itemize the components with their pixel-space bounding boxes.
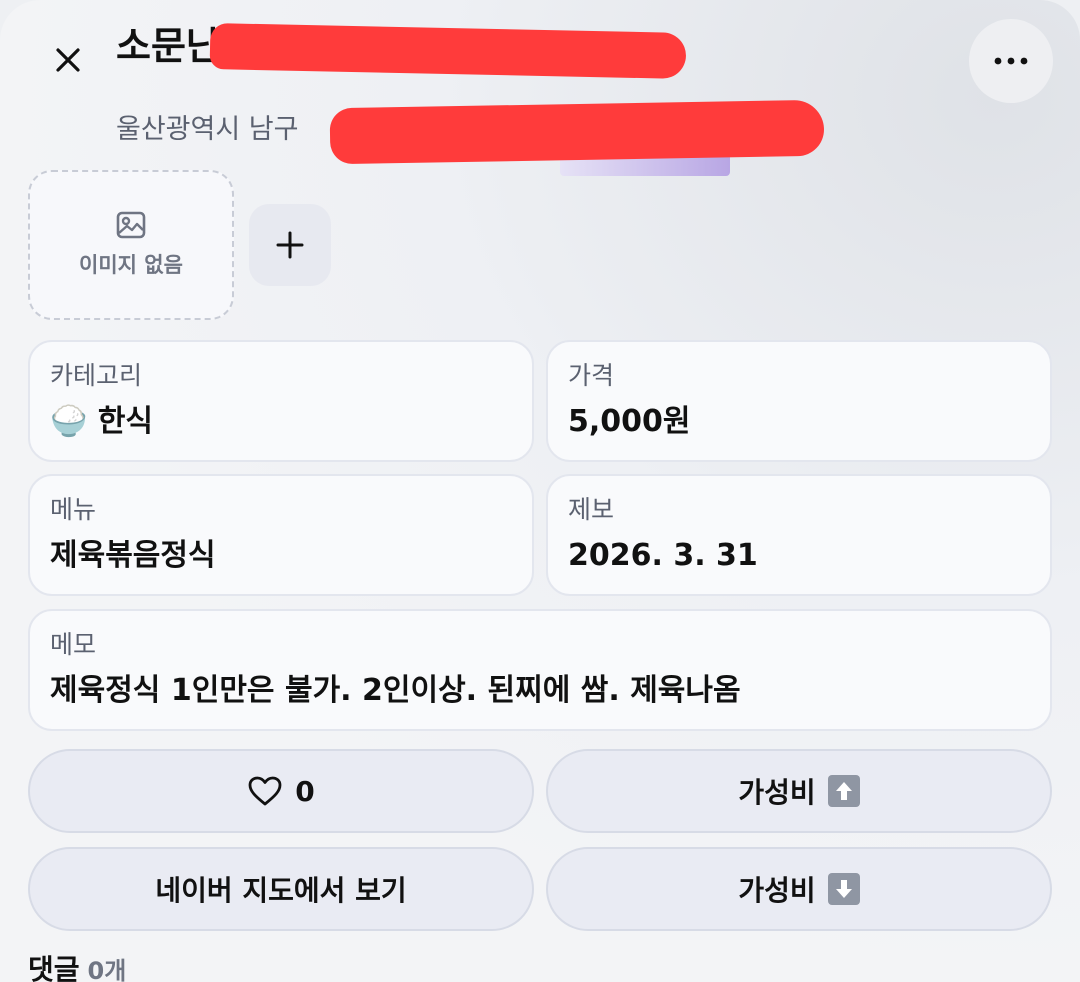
plus-icon	[276, 231, 304, 259]
menu-label: 메뉴	[50, 495, 97, 524]
place-title: 소문난	[116, 24, 221, 68]
memo-card: 메모 제육정식 1인만은 불가. 2인이상. 된찌에 쌈. 제육나옴	[28, 609, 1052, 731]
redaction-mark	[329, 99, 825, 165]
redaction-mark	[209, 23, 687, 79]
place-detail-sheet: 소문난 울산광역시 남구 이미지 없음 카테고리 🍚 한식 가격 5,000원 …	[0, 0, 1080, 982]
like-count: 0	[295, 774, 315, 808]
category-text: 한식	[97, 404, 154, 439]
menu-value: 제육볶음정식	[50, 538, 216, 573]
value-down-label: 가성비	[738, 874, 816, 907]
like-button[interactable]: 0	[28, 749, 534, 833]
value-up-button[interactable]: 가성비	[546, 749, 1052, 833]
close-button[interactable]	[40, 36, 96, 84]
comments-count: 0개	[87, 957, 127, 982]
heart-icon	[248, 776, 282, 806]
value-up-label: 가성비	[738, 776, 816, 809]
price-value: 5,000원	[568, 404, 691, 439]
more-options-button[interactable]	[969, 19, 1053, 103]
naver-map-label: 네이버 지도에서 보기	[155, 874, 407, 907]
report-date-value: 2026. 3. 31	[568, 538, 758, 573]
arrow-down-icon	[827, 873, 860, 905]
add-image-button[interactable]	[249, 204, 331, 286]
no-image-label: 이미지 없음	[79, 253, 183, 277]
report-label: 제보	[568, 495, 615, 524]
price-label: 가격	[568, 361, 615, 390]
category-label: 카테고리	[50, 361, 143, 390]
report-date-card: 제보 2026. 3. 31	[546, 474, 1052, 596]
value-down-button[interactable]: 가성비	[546, 847, 1052, 931]
arrow-up-icon	[827, 775, 860, 807]
menu-card: 메뉴 제육볶음정식	[28, 474, 534, 596]
image-icon	[116, 211, 146, 239]
memo-label: 메모	[50, 630, 97, 659]
memo-value: 제육정식 1인만은 불가. 2인이상. 된찌에 쌈. 제육나옴	[50, 673, 741, 708]
naver-map-button[interactable]: 네이버 지도에서 보기	[28, 847, 534, 931]
rice-bowl-icon: 🍚	[50, 404, 88, 439]
close-icon	[56, 48, 80, 72]
more-icon	[994, 57, 1028, 65]
place-address: 울산광역시 남구	[116, 114, 299, 145]
price-card: 가격 5,000원	[546, 340, 1052, 462]
category-value: 🍚 한식	[50, 402, 512, 442]
comments-header: 댓글 0개	[28, 948, 126, 982]
comments-title: 댓글	[28, 953, 80, 982]
category-card: 카테고리 🍚 한식	[28, 340, 534, 462]
image-placeholder: 이미지 없음	[28, 170, 234, 320]
